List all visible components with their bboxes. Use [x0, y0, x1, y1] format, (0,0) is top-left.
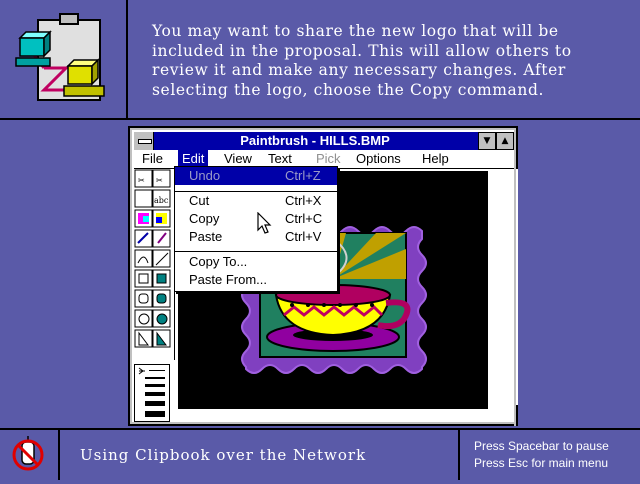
- instruction-line: review it and make any necessary changes…: [152, 61, 566, 79]
- title-bar[interactable]: Paintbrush - HILLS.BMP ▼ ▲: [134, 132, 514, 150]
- no-mouse-icon: [12, 436, 44, 471]
- line-width-icon: [138, 367, 165, 417]
- menu-item-copy[interactable]: Copy Ctrl+C: [175, 210, 337, 228]
- window-title: Paintbrush - HILLS.BMP: [240, 133, 390, 148]
- footer-panel: Using Clipbook over the Network Press Sp…: [0, 428, 640, 480]
- menu-item-shortcut: Ctrl+C: [285, 211, 323, 226]
- footer-help: Press Spacebar to pause Press Esc for ma…: [474, 438, 609, 472]
- minimize-button[interactable]: ▼: [478, 132, 496, 150]
- menu-item-paste[interactable]: Paste Ctrl+V: [175, 228, 337, 246]
- menu-item-copy-to[interactable]: Copy To...: [175, 253, 337, 271]
- instruction-panel: You may want to share the new logo that …: [0, 0, 640, 120]
- menu-item-paste-from[interactable]: Paste From...: [175, 271, 337, 289]
- menu-item-shortcut: Ctrl+X: [285, 193, 322, 208]
- airbrush-tool-icon[interactable]: [134, 189, 153, 208]
- menu-item-cut[interactable]: Cut Ctrl+X: [175, 192, 337, 210]
- menu-item-label: Paste From...: [189, 272, 268, 287]
- toolbox: ✂ ✂ abc: [134, 169, 175, 360]
- menu-item-label: Undo: [189, 168, 221, 183]
- tool-icons: ✂ ✂ abc: [134, 169, 171, 348]
- menu-options[interactable]: Options: [352, 150, 405, 168]
- menu-item-shortcut: Ctrl+V: [285, 229, 322, 244]
- help-main-menu: Press Esc for main menu: [474, 456, 609, 470]
- maximize-button[interactable]: ▲: [496, 132, 514, 150]
- instruction-line: You may want to share the new logo that …: [152, 22, 559, 40]
- clipbook-computers-icon: [15, 13, 105, 101]
- footer-title: Using Clipbook over the Network: [80, 446, 367, 464]
- line-tool-icon[interactable]: [152, 249, 171, 268]
- line-width-selector[interactable]: [134, 364, 170, 422]
- svg-text:abc: abc: [154, 196, 169, 205]
- system-menu-button[interactable]: [134, 132, 154, 150]
- help-pause: Press Spacebar to pause: [474, 439, 609, 453]
- footer-icon-box: [0, 430, 60, 480]
- edit-menu-dropdown: Undo Ctrl+Z Cut Ctrl+X Copy Ctrl+C Paste…: [174, 166, 338, 292]
- menu-item-label: Copy: [189, 211, 220, 226]
- vertical-scrollbar[interactable]: [514, 169, 516, 426]
- menu-item-label: Paste: [189, 229, 223, 244]
- menu-separator: [175, 251, 337, 252]
- svg-text:✂: ✂: [156, 176, 163, 185]
- svg-text:✂: ✂: [138, 176, 145, 185]
- menu-item-label: Cut: [189, 193, 210, 208]
- instruction-line: included in the proposal. This will allo…: [152, 41, 572, 60]
- menu-item-shortcut: Ctrl+Z: [285, 168, 321, 183]
- footer-help-box: Press Spacebar to pause Press Esc for ma…: [458, 430, 640, 480]
- instruction-text: You may want to share the new logo that …: [152, 22, 632, 100]
- clipbook-logo-box: [0, 0, 128, 120]
- instruction-line: selecting the logo, choose the Copy comm…: [152, 80, 545, 99]
- menu-item-undo[interactable]: Undo Ctrl+Z: [175, 167, 337, 185]
- curve-tool-icon[interactable]: [134, 249, 153, 268]
- arrow-pointer-icon: [257, 212, 272, 234]
- menu-item-label: Copy To...: [189, 254, 248, 269]
- menu-help[interactable]: Help: [418, 150, 453, 168]
- menu-file[interactable]: File: [138, 150, 167, 168]
